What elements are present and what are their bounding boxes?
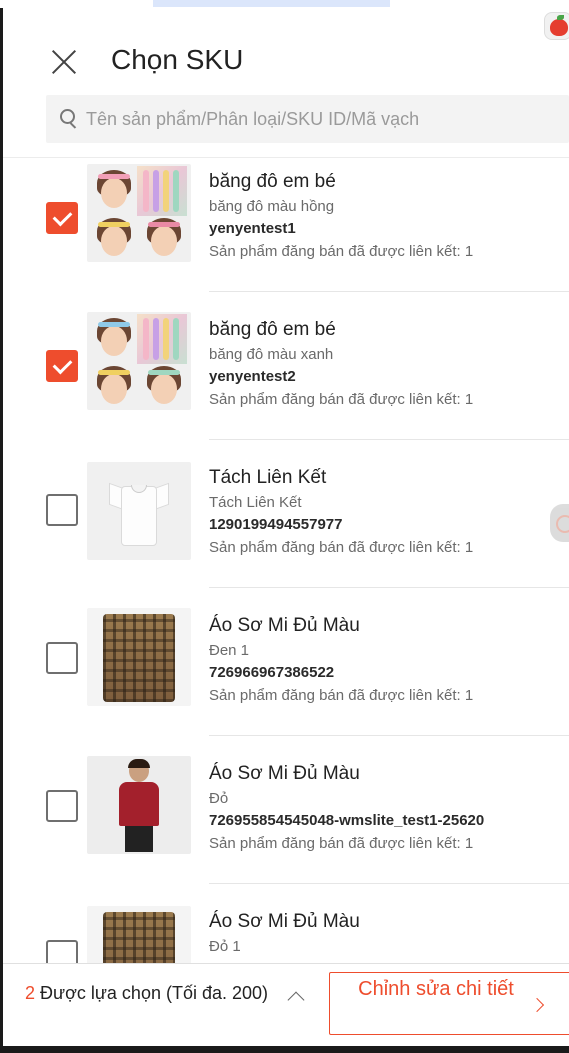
floating-assist-button[interactable]	[550, 504, 569, 542]
list-item[interactable]: Áo Sơ Mi Đủ Màu Đen 1 726966967386522 Sả…	[3, 602, 569, 750]
top-highlight-strip	[153, 0, 390, 7]
item-name: Áo Sơ Mi Đủ Màu	[209, 911, 360, 932]
item-name: Áo Sơ Mi Đủ Màu	[209, 763, 360, 784]
search-icon	[60, 109, 78, 129]
divider	[209, 439, 569, 440]
item-info: băng đô em bé băng đô màu hồng yenyentes…	[209, 170, 569, 264]
item-checkbox[interactable]	[46, 940, 78, 963]
search-input[interactable]: Tên sản phẩm/Phân loại/SKU ID/Mã vạch	[46, 95, 569, 143]
item-linked-count: Sản phẩm đăng bán đã được liên kết: 1	[209, 539, 474, 556]
white-tshirt-thumbnail	[87, 462, 191, 560]
item-sku: 726966967386522	[209, 664, 335, 681]
item-checkbox[interactable]	[46, 350, 78, 382]
page-title: Chọn SKU	[111, 44, 244, 75]
red-shirt-thumbnail	[87, 756, 191, 854]
item-variant: Đỏ 1	[209, 938, 241, 955]
sku-picker-screen: Chọn SKU Tên sản phẩm/Phân loại/SKU ID/M…	[0, 0, 569, 1053]
bottom-bar: 2 Được lựa chọn (Tối đa. 200) Chỉnh sửa …	[3, 963, 569, 1046]
item-sku: yenyentest2	[209, 368, 296, 385]
sku-list[interactable]: băng đô em bé băng đô màu hồng yenyentes…	[3, 158, 569, 963]
item-sku: yenyentest1	[209, 220, 296, 237]
headband-thumbnail	[87, 164, 191, 262]
item-name: băng đô em bé	[209, 319, 336, 340]
item-info: băng đô em bé băng đô màu xanh yenyentes…	[209, 318, 569, 412]
selected-label: Được lựa chọn (Tối đa. 200)	[35, 983, 269, 1003]
close-icon[interactable]	[48, 46, 80, 78]
list-item[interactable]: băng đô em bé băng đô màu xanh yenyentes…	[3, 306, 569, 454]
item-variant: băng đô màu hồng	[209, 198, 335, 215]
divider	[209, 883, 569, 884]
apple-app-icon[interactable]	[544, 12, 569, 40]
selected-count: 2	[25, 983, 36, 1003]
item-linked-count: Sản phẩm đăng bán đã được liên kết: 1	[209, 391, 474, 408]
screen-edge	[0, 1046, 569, 1053]
item-checkbox[interactable]	[46, 790, 78, 822]
item-name: Áo Sơ Mi Đủ Màu	[209, 615, 360, 636]
item-variant: Đen 1	[209, 642, 250, 659]
item-info: Áo Sơ Mi Đủ Màu Đỏ 726955854545048-wmsli…	[209, 762, 569, 856]
plaid-shirt-thumbnail	[87, 906, 191, 963]
item-variant: băng đô màu xanh	[209, 346, 334, 363]
search-placeholder: Tên sản phẩm/Phân loại/SKU ID/Mã vạch	[86, 108, 420, 129]
headband-thumbnail	[87, 312, 191, 410]
divider	[209, 587, 569, 588]
list-item[interactable]: Áo Sơ Mi Đủ Màu Đỏ 1	[3, 898, 569, 963]
item-variant: Tách Liên Kết	[209, 494, 302, 511]
plaid-shirt-thumbnail	[87, 608, 191, 706]
list-item[interactable]: Tách Liên Kết Tách Liên Kết 129019949455…	[3, 454, 569, 602]
selection-summary: 2 Được lựa chọn (Tối đa. 200)	[25, 982, 290, 1004]
chevron-right-icon	[529, 997, 545, 1013]
item-variant: Đỏ	[209, 790, 229, 807]
divider	[209, 735, 569, 736]
item-linked-count: Sản phẩm đăng bán đã được liên kết: 1	[209, 835, 474, 852]
item-sku: 726955854545048-wmslite_test1-25620	[209, 812, 485, 829]
item-linked-count: Sản phẩm đăng bán đã được liên kết: 1	[209, 687, 474, 704]
item-info: Tách Liên Kết Tách Liên Kết 129019949455…	[209, 466, 569, 560]
item-checkbox[interactable]	[46, 202, 78, 234]
apple-icon	[550, 19, 568, 36]
item-info: Áo Sơ Mi Đủ Màu Đen 1 726966967386522 Sả…	[209, 614, 569, 708]
edit-details-label: Chỉnh sửa chi tiết	[358, 978, 514, 1000]
edit-details-button[interactable]: Chỉnh sửa chi tiết	[329, 972, 569, 1035]
item-sku: 1290199494557977	[209, 516, 343, 533]
divider	[209, 291, 569, 292]
item-linked-count: Sản phẩm đăng bán đã được liên kết: 1	[209, 243, 474, 260]
list-item[interactable]: Áo Sơ Mi Đủ Màu Đỏ 726955854545048-wmsli…	[3, 750, 569, 898]
item-name: băng đô em bé	[209, 171, 336, 192]
leaf-icon	[557, 15, 564, 20]
list-item[interactable]: băng đô em bé băng đô màu hồng yenyentes…	[3, 158, 569, 306]
item-name: Tách Liên Kết	[209, 467, 327, 488]
item-info: Áo Sơ Mi Đủ Màu Đỏ 1	[209, 910, 569, 958]
item-checkbox[interactable]	[46, 642, 78, 674]
item-checkbox[interactable]	[46, 494, 78, 526]
chevron-up-icon[interactable]	[287, 991, 305, 1009]
header: Chọn SKU	[3, 8, 569, 94]
